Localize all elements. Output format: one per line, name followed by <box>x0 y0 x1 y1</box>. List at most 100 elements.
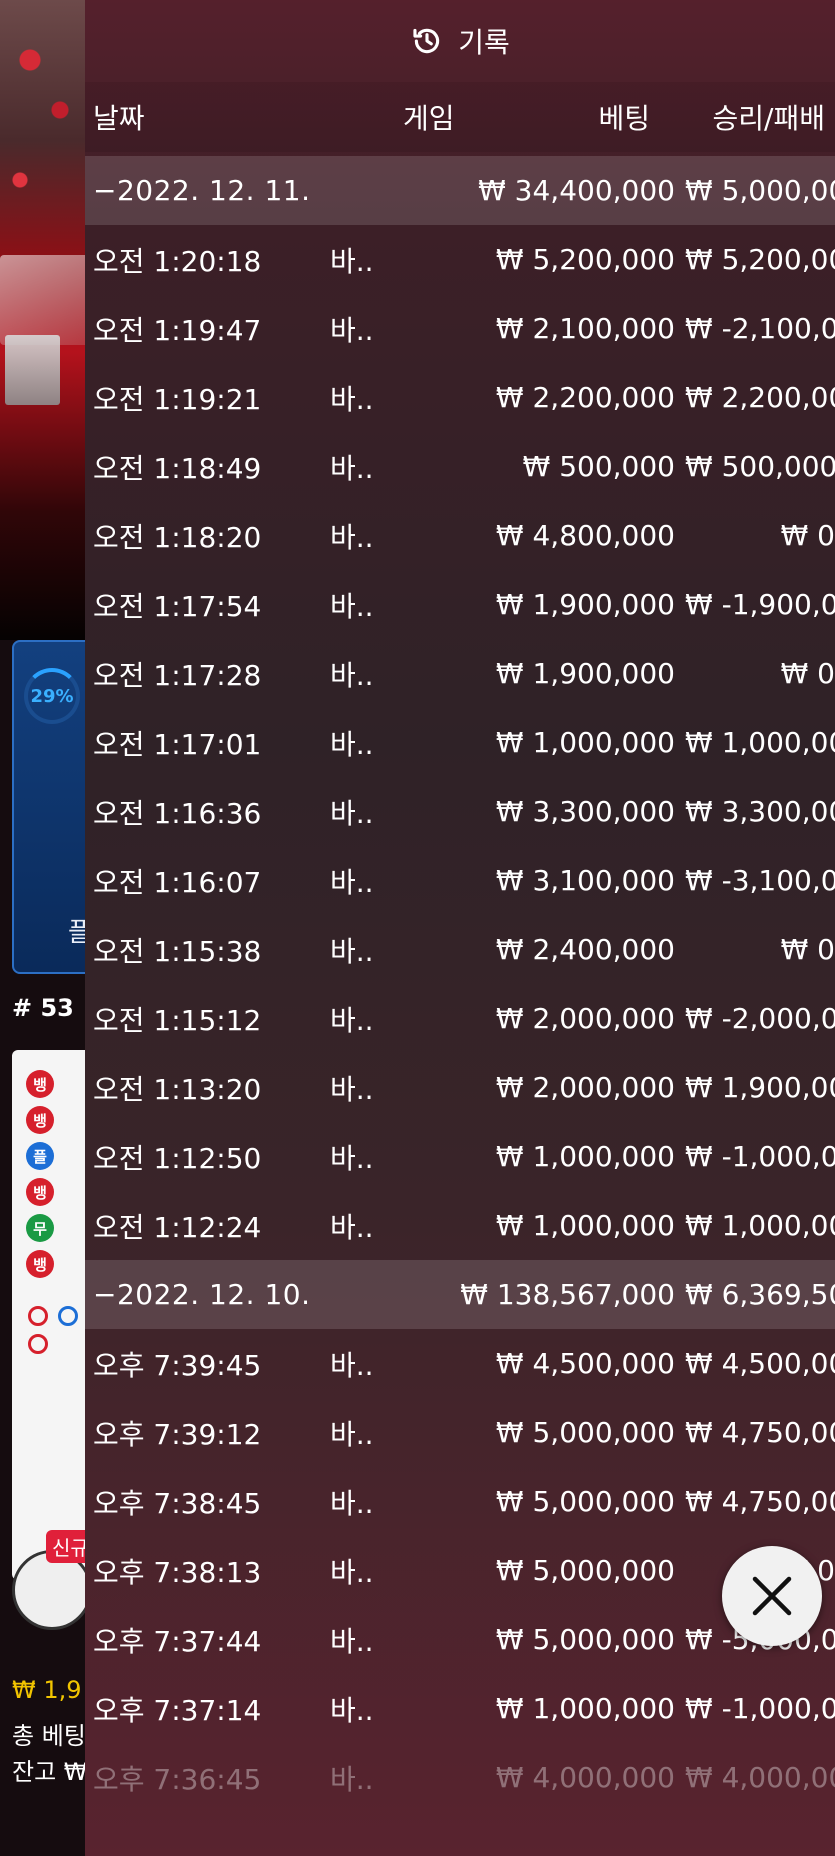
row-bet: ₩ 2,400,000 <box>495 933 675 966</box>
row-winloss: ₩ -1,000,000 <box>685 1692 835 1725</box>
history-row[interactable]: 오후 7:38:45 바.. ₩ 5,000,000 ₩ 4,750,000 <box>85 1467 835 1536</box>
row-bet: ₩ 4,500,000 <box>495 1347 675 1380</box>
date-bet-total: ₩ 138,567,000 <box>460 1278 675 1311</box>
row-game: 바.. <box>330 244 374 278</box>
row-game: 바.. <box>330 382 374 416</box>
history-row[interactable]: 오전 1:16:36 바.. ₩ 3,300,000 ₩ 3,300,000 <box>85 777 835 846</box>
row-time: 오전 1:18:49 <box>93 451 262 485</box>
history-row[interactable]: 오전 1:12:50 바.. ₩ 1,000,000 ₩ -1,000,000 <box>85 1122 835 1191</box>
row-winloss: ₩ 500,000 <box>685 450 835 483</box>
history-list[interactable]: −2022. 12. 11. ₩ 34,400,000 ₩ 5,000,000 오전 … <box>85 156 835 1812</box>
column-winloss[interactable]: 승리/패배 <box>650 97 825 137</box>
date-group-header[interactable]: −2022. 12. 11. ₩ 34,400,000 ₩ 5,000,000 <box>85 156 835 225</box>
row-bet: ₩ 1,000,000 <box>495 1140 675 1173</box>
history-row[interactable]: 오후 7:37:44바..₩ 5,000,000₩ -5,000,000 <box>85 1605 835 1674</box>
row-time: 오후 7:39:12 <box>93 1417 262 1451</box>
row-winloss: ₩ 0 <box>780 657 835 690</box>
row-bet: ₩ 5,000,000 <box>495 1623 675 1656</box>
balance-amount: ₩ 1,9 <box>12 1676 82 1704</box>
row-bet: ₩ 2,100,000 <box>495 312 675 345</box>
row-game: 바.. <box>330 796 374 830</box>
row-bet: ₩ 5,000,000 <box>495 1485 675 1518</box>
history-row[interactable]: 오전 1:12:24 바.. ₩ 1,000,000 ₩ 1,000,000 <box>85 1191 835 1260</box>
history-row[interactable]: 오후 7:39:12 바.. ₩ 5,000,000 ₩ 4,750,000 <box>85 1398 835 1467</box>
date-group-header[interactable]: −2022. 12. 10. ₩ 138,567,000 ₩ 6,369,500 <box>85 1260 835 1329</box>
remaining-balance-label: 잔고 ₩ <box>12 1758 88 1786</box>
row-game: 바.. <box>330 658 374 692</box>
row-game: 바.. <box>330 1486 374 1520</box>
row-game: 바.. <box>330 1417 374 1451</box>
row-winloss: ₩ -3,100,000 <box>685 864 835 897</box>
row-winloss: ₩ -1,900,000 <box>685 588 835 621</box>
history-row[interactable]: 오전 1:15:12 바.. ₩ 2,000,000 ₩ -2,000,000 <box>85 984 835 1053</box>
row-bet: ₩ 1,900,000 <box>495 657 675 690</box>
history-row[interactable]: 오후 7:36:45 바.. ₩ 4,000,000 ₩ 4,000,000 <box>85 1743 835 1812</box>
row-game: 바.. <box>330 1693 374 1727</box>
row-game: 바.. <box>330 1762 374 1796</box>
bead-banker: 뱅 <box>26 1178 54 1206</box>
history-row[interactable]: 오전 1:13:20 바.. ₩ 2,000,000 ₩ 1,900,000 <box>85 1053 835 1122</box>
history-row[interactable]: 오전 1:19:47 바.. ₩ 2,100,000 ₩ -2,100,000 <box>85 294 835 363</box>
close-button[interactable] <box>722 1546 822 1646</box>
row-time: 오전 1:15:12 <box>93 1003 262 1037</box>
total-bet-label: 총 베팅 <box>12 1722 86 1750</box>
row-game: 바.. <box>330 1624 374 1658</box>
history-row[interactable]: 오전 1:17:01 바.. ₩ 1,000,000 ₩ 1,000,000 <box>85 708 835 777</box>
panel-title: 기록 <box>458 26 510 59</box>
history-row[interactable]: 오후 7:39:45 바.. ₩ 4,500,000 ₩ 4,500,000 <box>85 1329 835 1398</box>
history-clock-icon <box>413 28 440 54</box>
row-bet: ₩ 5,000,000 <box>495 1554 675 1587</box>
row-game: 바.. <box>330 451 374 485</box>
history-row[interactable]: 오전 1:19:21 바.. ₩ 2,200,000 ₩ 2,200,000 <box>85 363 835 432</box>
row-time: 오후 7:38:13 <box>93 1555 262 1589</box>
row-winloss: ₩ -1,000,000 <box>685 1140 835 1173</box>
row-bet: ₩ 1,000,000 <box>495 726 675 759</box>
row-time: 오후 7:36:45 <box>93 1762 262 1796</box>
row-game: 바.. <box>330 1141 374 1175</box>
history-row[interactable]: 오전 1:16:07 바.. ₩ 3,100,000 ₩ -3,100,000 <box>85 846 835 915</box>
stat-percent: 29% <box>24 668 80 724</box>
row-bet: ₩ 5,200,000 <box>495 243 675 276</box>
row-game: 바.. <box>330 727 374 761</box>
history-row[interactable]: 오전 1:20:18 바.. ₩ 5,200,000 ₩ 5,200,000 <box>85 225 835 294</box>
column-game[interactable]: 게임 <box>295 97 455 137</box>
row-time: 오전 1:19:21 <box>93 382 262 416</box>
row-time: 오전 1:12:24 <box>93 1210 262 1244</box>
row-time: 오전 1:17:54 <box>93 589 262 623</box>
card-stack-image <box>5 335 60 405</box>
row-bet: ₩ 1,000,000 <box>495 1209 675 1242</box>
history-row[interactable]: 오전 1:17:54 바.. ₩ 1,900,000 ₩ -1,900,000 <box>85 570 835 639</box>
card-shoe-image <box>0 255 90 345</box>
row-time: 오전 1:15:38 <box>93 934 262 968</box>
row-game: 바.. <box>330 1348 374 1382</box>
row-time: 오전 1:18:20 <box>93 520 262 554</box>
round-number: # 53 <box>12 994 74 1022</box>
column-date[interactable]: 날짜 <box>85 97 295 137</box>
column-headers: 날짜 게임 베팅 승리/패배 <box>85 82 835 152</box>
row-game: 바.. <box>330 589 374 623</box>
bead-banker: 뱅 <box>26 1106 54 1134</box>
history-row[interactable]: 오전 1:15:38 바.. ₩ 2,400,000 ₩ 0 <box>85 915 835 984</box>
row-winloss: ₩ 4,500,000 <box>685 1347 835 1380</box>
history-row[interactable]: 오후 7:37:14 바.. ₩ 1,000,000 ₩ -1,000,000 <box>85 1674 835 1743</box>
row-bet: ₩ 1,900,000 <box>495 588 675 621</box>
row-game: 바.. <box>330 1072 374 1106</box>
row-winloss: ₩ 4,000,000 <box>685 1761 835 1794</box>
road-ring-banker <box>28 1334 48 1354</box>
row-bet: ₩ 2,000,000 <box>495 1002 675 1035</box>
date-bet-total: ₩ 34,400,000 <box>478 174 675 207</box>
row-time: 오전 1:20:18 <box>93 244 262 278</box>
row-bet: ₩ 1,000,000 <box>495 1692 675 1725</box>
row-time: 오후 7:37:14 <box>93 1693 262 1727</box>
row-winloss: ₩ 1,000,000 <box>685 1209 835 1242</box>
history-row[interactable]: 오전 1:17:28 바.. ₩ 1,900,000 ₩ 0 <box>85 639 835 708</box>
history-row[interactable]: 오전 1:18:20 바.. ₩ 4,800,000 ₩ 0 <box>85 501 835 570</box>
history-row[interactable]: 오전 1:18:49 바.. ₩ 500,000 ₩ 500,000 <box>85 432 835 501</box>
row-bet: ₩ 2,200,000 <box>495 381 675 414</box>
row-winloss: ₩ -2,000,000 <box>685 1002 835 1035</box>
row-bet: ₩ 500,000 <box>522 450 675 483</box>
bead-banker: 뱅 <box>26 1070 54 1098</box>
row-time: 오후 7:39:45 <box>93 1348 262 1382</box>
row-winloss: ₩ 0 <box>780 519 835 552</box>
column-bet[interactable]: 베팅 <box>455 97 650 137</box>
